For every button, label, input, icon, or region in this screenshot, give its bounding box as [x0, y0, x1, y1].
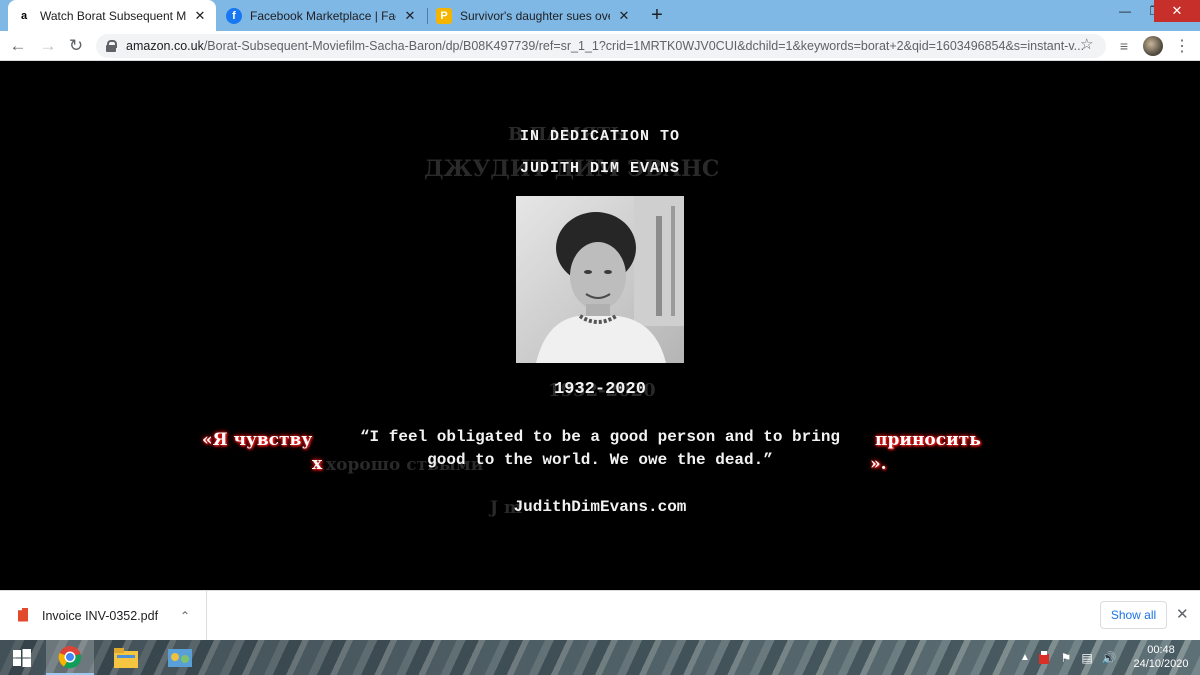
tab-news[interactable]: P Survivor's daughter sues over mo ✕ — [428, 0, 640, 31]
close-icon[interactable]: ✕ — [616, 8, 632, 24]
tab-title: Watch Borat Subsequent Moviefi — [40, 8, 186, 23]
file-explorer-icon[interactable] — [102, 640, 150, 675]
chevron-up-icon[interactable]: ⌃ — [180, 609, 190, 623]
windows-start-icon[interactable] — [0, 640, 44, 675]
browser-toolbar: ← → ↻ amazon.co.uk/Borat-Subsequent-Movi… — [0, 31, 1200, 61]
tab-borat[interactable]: a Watch Borat Subsequent Moviefi ✕ — [8, 0, 216, 31]
forward-icon[interactable]: → — [36, 34, 60, 58]
close-icon[interactable]: ✕ — [402, 8, 418, 24]
clock-date: 24/10/2020 — [1133, 658, 1189, 670]
chrome-taskbar-icon[interactable] — [46, 640, 94, 675]
reload-icon[interactable]: ↻ — [64, 34, 88, 58]
taskbar-clock[interactable]: 00:48 24/10/2020 — [1126, 643, 1196, 671]
flag-icon[interactable]: ⚑ — [1058, 640, 1074, 675]
windows-taskbar: ▲ ⚑ ▤ 🔊 00:48 24/10/2020 — [0, 640, 1200, 675]
lock-icon — [106, 40, 117, 52]
reading-list-icon[interactable]: ≡ — [1114, 36, 1134, 56]
years: 1932-2020 — [554, 380, 646, 399]
url-domain: amazon.co.uk — [126, 39, 204, 53]
window-close-icon[interactable]: ✕ — [1154, 0, 1200, 22]
facebook-icon: f — [226, 7, 242, 24]
url-text[interactable]: amazon.co.uk/Borat-Subsequent-Moviefilm-… — [126, 39, 1106, 53]
video-player[interactable]: В ПАМЯТЬ ДЖУДИТ ДИМ ЭВАНС 1932-2020 хоро… — [0, 62, 1200, 590]
close-icon[interactable]: ✕ — [192, 8, 208, 24]
back-icon[interactable]: ← — [6, 34, 30, 58]
pdf-icon — [16, 608, 30, 624]
dedication-name: JUDITH DIM EVANS — [519, 160, 681, 177]
close-download-bar-icon[interactable]: ✕ — [1176, 605, 1189, 623]
russian-subtitle-left-2: х — [312, 454, 323, 474]
tab-strip: a Watch Borat Subsequent Moviefi ✕ f Fac… — [0, 0, 1200, 31]
address-bar[interactable]: amazon.co.uk/Borat-Subsequent-Moviefilm-… — [96, 34, 1106, 58]
volume-icon[interactable]: 🔊 — [1100, 640, 1118, 675]
tab-title: Survivor's daughter sues over mo — [460, 8, 610, 23]
quote-line-1: “I feel obligated to be a good person an… — [359, 428, 841, 446]
download-item[interactable]: Invoice INV-0352.pdf ⌃ — [0, 591, 207, 640]
quote-line-2: good to the world. We owe the dead.” — [427, 451, 773, 469]
download-bar: Invoice INV-0352.pdf ⌃ Show all ✕ — [0, 590, 1200, 640]
chevron-up-icon[interactable]: ▲ — [1018, 640, 1032, 675]
more-menu-icon[interactable]: ⋮ — [1172, 36, 1192, 56]
network-icon[interactable]: ▤ — [1078, 640, 1096, 675]
russian-subtitle-right: приносить — [875, 430, 981, 450]
download-file-name: Invoice INV-0352.pdf — [42, 608, 159, 623]
show-all-button[interactable]: Show all — [1100, 601, 1167, 629]
russian-subtitle-right-2: ». — [870, 454, 887, 474]
portrait-photo — [516, 196, 684, 363]
amazon-icon: a — [16, 7, 32, 24]
minimize-icon[interactable]: — — [1110, 0, 1140, 22]
russian-subtitle-left: «Я чувству — [202, 430, 313, 450]
bookmark-star-icon[interactable]: ☆ — [1080, 35, 1093, 53]
app-tray-icon[interactable] — [1036, 640, 1052, 675]
dedication-heading: IN DEDICATION TO — [519, 128, 681, 145]
news-icon: P — [436, 7, 452, 24]
profile-avatar[interactable] — [1143, 36, 1163, 56]
clock-time: 00:48 — [1147, 644, 1175, 656]
url-path: /Borat-Subsequent-Moviefilm-Sacha-Baron/… — [203, 39, 1085, 53]
network-app-icon[interactable] — [156, 640, 204, 675]
tab-title: Facebook Marketplace | Faceboo — [250, 8, 396, 23]
tab-facebook[interactable]: f Facebook Marketplace | Faceboo ✕ — [218, 0, 426, 31]
website-text: JudithDimEvans.com — [513, 498, 687, 516]
new-tab-button[interactable]: + — [646, 4, 668, 26]
